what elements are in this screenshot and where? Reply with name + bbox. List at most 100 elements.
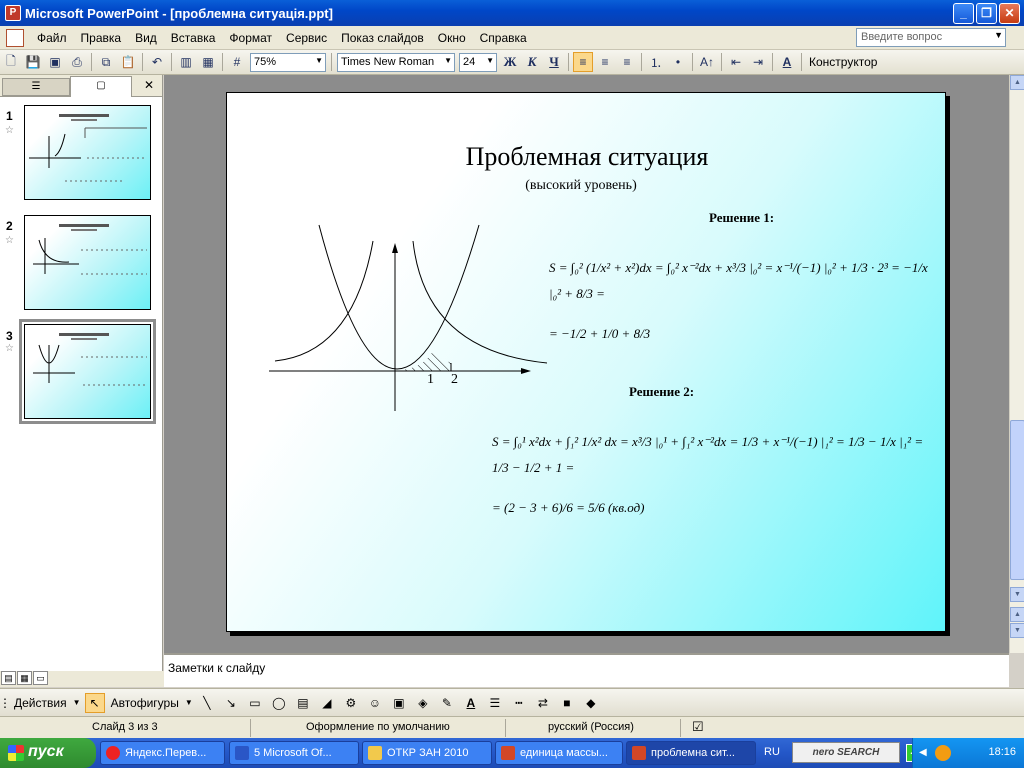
bullet-list-icon[interactable]: • [668, 52, 688, 72]
pdf-icon[interactable]: ▣ [45, 52, 65, 72]
slide-thumbnail-3[interactable] [24, 324, 151, 419]
maximize-button[interactable]: ❐ [976, 2, 997, 24]
chart-icon[interactable]: ▥ [176, 52, 196, 72]
bold-button[interactable]: Ж [500, 52, 520, 72]
menu-format[interactable]: Формат [222, 31, 279, 45]
shadow-icon[interactable]: ■ [557, 693, 577, 713]
task-powerpoint-1[interactable]: единица массы... [495, 741, 623, 765]
document-icon[interactable] [6, 28, 24, 47]
rectangle-icon[interactable]: ▭ [245, 693, 265, 713]
language-indicator[interactable]: RU [764, 746, 780, 758]
tab-slides[interactable]: ▢ [70, 76, 132, 97]
slideshow-view-icon[interactable]: ▭ [33, 671, 48, 685]
start-button[interactable]: пуск [0, 738, 96, 768]
task-word[interactable]: 5 Microsoft Of... [229, 741, 359, 765]
prev-slide-icon[interactable]: ▲ [1010, 607, 1024, 622]
minimize-button[interactable]: _ [953, 2, 974, 24]
dash-style-icon[interactable]: ┅ [509, 693, 529, 713]
actions-menu[interactable]: Действия [10, 696, 71, 710]
vertical-scrollbar[interactable]: ▲ ▼ ▲ ▼ [1009, 75, 1024, 653]
notes-pane[interactable]: Заметки к слайду [164, 653, 1009, 687]
line-icon[interactable]: ╲ [197, 693, 217, 713]
tray-app-icon[interactable] [935, 745, 951, 761]
spellcheck-icon[interactable]: ☑ [692, 719, 704, 735]
scroll-up-icon[interactable]: ▲ [1010, 75, 1024, 90]
chevron-down-icon[interactable]: ▼ [444, 56, 452, 65]
formula-solution-2[interactable]: S = ∫₀¹ x²dx + ∫₁² 1/x² dx = x³/3 |₀¹ + … [492, 429, 932, 521]
wordart-icon[interactable]: ◢ [317, 693, 337, 713]
align-left-icon[interactable]: ≡ [573, 52, 593, 72]
solution-2-heading[interactable]: Решение 2: [629, 384, 694, 400]
line-style-icon[interactable]: ☰ [485, 693, 505, 713]
picture-icon[interactable]: ▣ [389, 693, 409, 713]
task-yandex[interactable]: Яндекс.Перев... [100, 741, 225, 765]
sorter-view-icon[interactable]: ▦ [17, 671, 32, 685]
font-color-icon[interactable]: A [777, 52, 797, 72]
chevron-down-icon[interactable]: ▼ [73, 693, 81, 713]
oval-icon[interactable]: ◯ [269, 693, 289, 713]
slide-subtitle[interactable]: (высокий уровень) [227, 178, 935, 194]
chevron-down-icon[interactable]: ▼ [185, 693, 193, 713]
chevron-down-icon[interactable]: ▼ [315, 56, 323, 65]
close-icon[interactable]: ✕ [144, 78, 154, 92]
menu-file[interactable]: Файл [30, 31, 74, 45]
new-icon[interactable]: 🗋 [1, 52, 21, 72]
increase-indent-icon[interactable]: ⇥ [748, 52, 768, 72]
slide-thumbnail-2[interactable] [24, 215, 151, 310]
underline-button[interactable]: Ч [544, 52, 564, 72]
3d-icon[interactable]: ◆ [581, 693, 601, 713]
task-powerpoint-2[interactable]: проблемна сит... [626, 741, 756, 765]
print-icon[interactable]: ⎙ [67, 52, 87, 72]
paste-icon[interactable]: 📋 [118, 52, 138, 72]
slide-title[interactable]: Проблемная ситуация [227, 142, 945, 172]
menu-slideshow[interactable]: Показ слайдов [334, 31, 431, 45]
increase-font-icon[interactable]: A↑ [697, 52, 717, 72]
font-select[interactable]: Times New Roman ▼ [337, 52, 455, 72]
menu-insert[interactable]: Вставка [164, 31, 223, 45]
italic-button[interactable]: К [522, 52, 542, 72]
solution-1-heading[interactable]: Решение 1: [709, 210, 774, 226]
menu-edit[interactable]: Правка [74, 31, 129, 45]
fill-color-icon[interactable]: ◈ [413, 693, 433, 713]
clipart-icon[interactable]: ☺ [365, 693, 385, 713]
save-icon[interactable]: 💾 [23, 52, 43, 72]
font-size-select[interactable]: 24 ▼ [459, 52, 497, 72]
numbered-list-icon[interactable]: ⒈ [646, 52, 666, 72]
chevron-down-icon[interactable]: ▼ [486, 56, 494, 65]
normal-view-icon[interactable]: ▤ [1, 671, 16, 685]
tab-outline[interactable]: ☰ [2, 78, 70, 96]
zoom-select[interactable]: 75% ▼ [250, 52, 326, 72]
menu-view[interactable]: Вид [128, 31, 164, 45]
menu-window[interactable]: Окно [431, 31, 473, 45]
arrow-style-icon[interactable]: ⇄ [533, 693, 553, 713]
task-folder[interactable]: ОТКР ЗАН 2010 [362, 741, 492, 765]
undo-icon[interactable]: ↶ [147, 52, 167, 72]
scroll-down-icon[interactable]: ▼ [1010, 587, 1024, 602]
autoshapes-menu[interactable]: Автофигуры [107, 696, 183, 710]
line-color-icon[interactable]: ✎ [437, 693, 457, 713]
tray-expand-icon[interactable]: ◀ [919, 747, 927, 758]
copy-icon[interactable]: ⧉ [96, 52, 116, 72]
slide-canvas[interactable]: Проблемная ситуация (высокий уровень) Ре… [226, 92, 946, 632]
diagram-icon[interactable]: ⚙ [341, 693, 361, 713]
font-color-icon[interactable]: A [461, 693, 481, 713]
align-right-icon[interactable]: ≡ [617, 52, 637, 72]
close-button[interactable]: ✕ [999, 2, 1020, 24]
select-pointer-icon[interactable]: ↖ [84, 692, 105, 713]
decrease-indent-icon[interactable]: ⇤ [726, 52, 746, 72]
scroll-thumb[interactable] [1010, 420, 1024, 580]
nero-search-box[interactable]: nero SEARCH [792, 742, 900, 763]
ask-question-input[interactable]: Введите вопрос ▼ [856, 28, 1006, 47]
grid-icon[interactable]: # [227, 52, 247, 72]
next-slide-icon[interactable]: ▼ [1010, 623, 1024, 638]
table-icon[interactable]: ▦ [198, 52, 218, 72]
designer-button[interactable]: Конструктор [809, 55, 877, 69]
formula-solution-1[interactable]: S = ∫₀² (1/x² + x²)dx = ∫₀² x⁻²dx + x³/3… [549, 255, 929, 347]
arrow-icon[interactable]: ↘ [221, 693, 241, 713]
slide-thumbnail-1[interactable] [24, 105, 151, 200]
textbox-icon[interactable]: ▤ [293, 693, 313, 713]
menu-help[interactable]: Справка [473, 31, 534, 45]
align-center-icon[interactable]: ≡ [595, 52, 615, 72]
chevron-down-icon[interactable]: ▼ [994, 30, 1003, 40]
menu-tools[interactable]: Сервис [279, 31, 334, 45]
